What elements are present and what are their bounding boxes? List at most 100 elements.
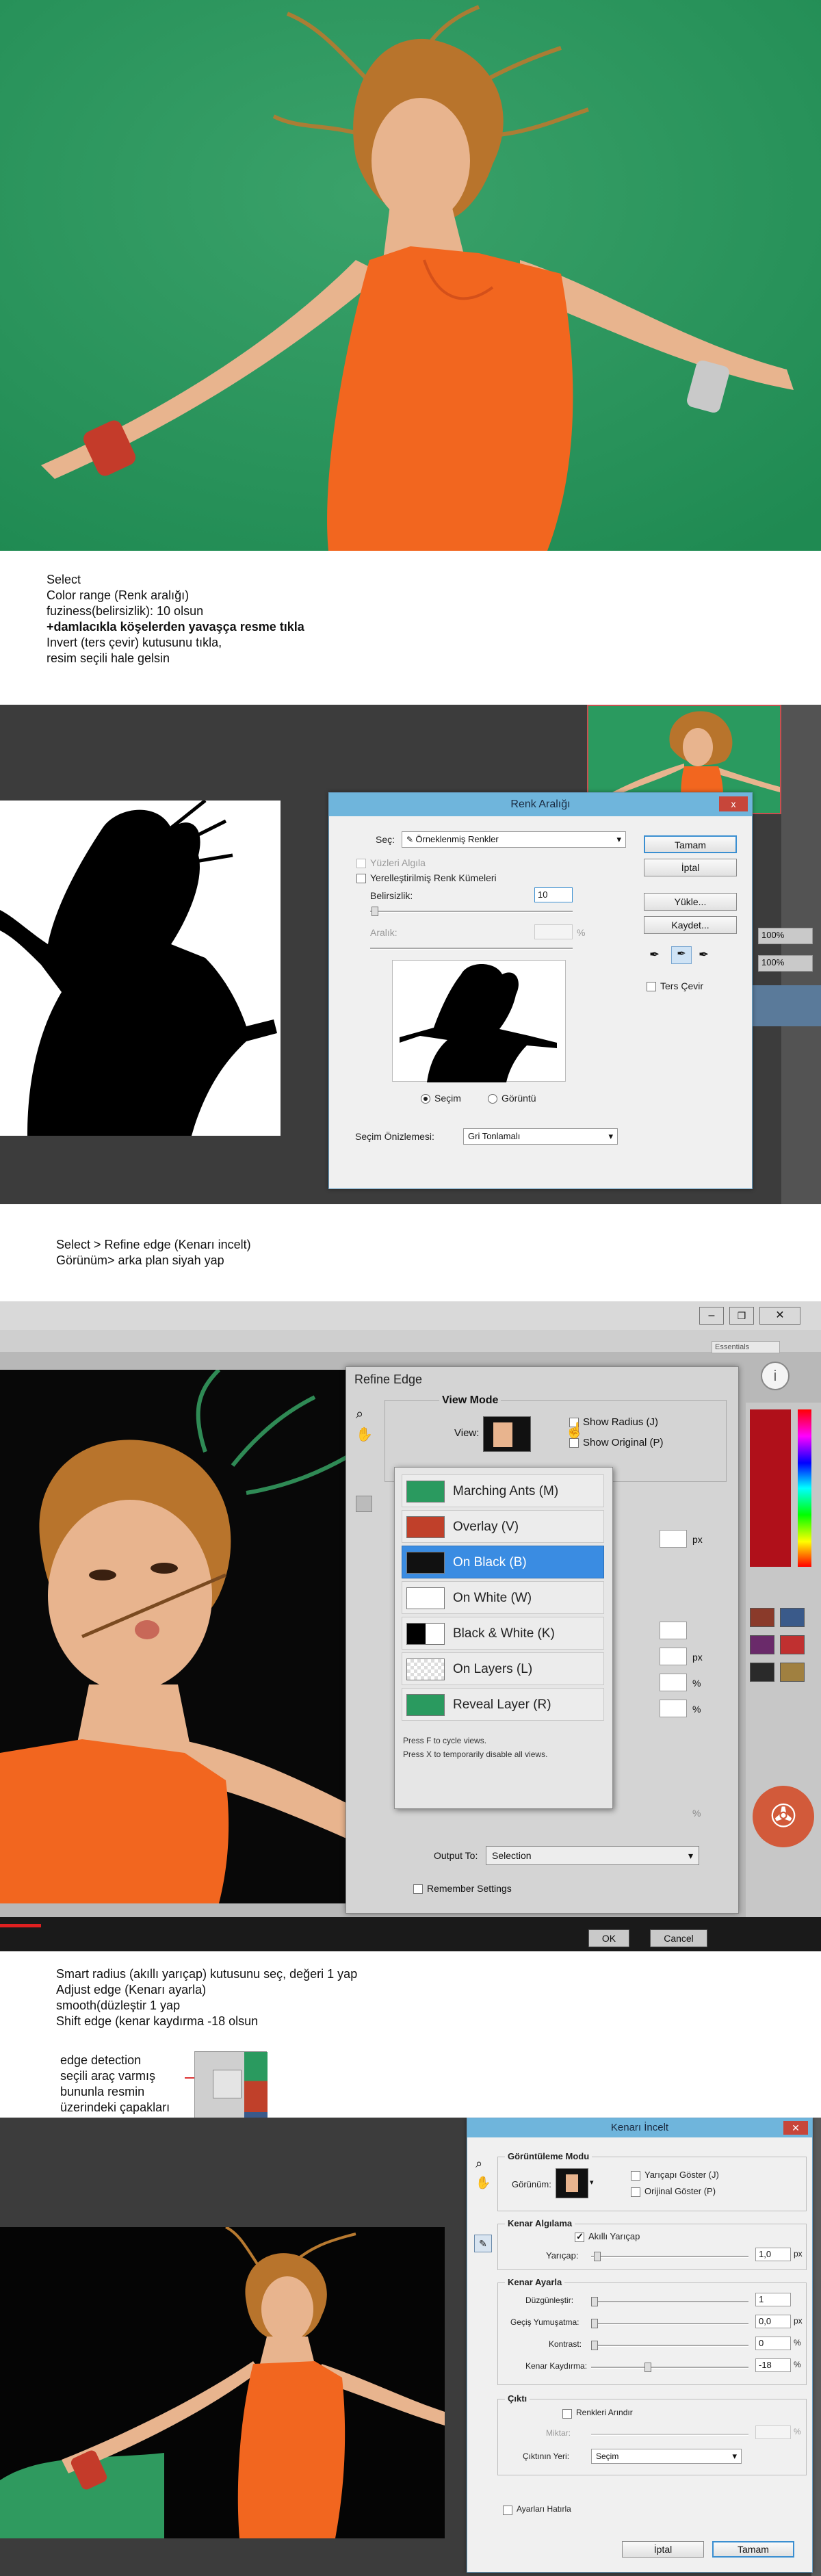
cancel-button[interactable]: İptal [622, 2541, 704, 2558]
remember-settings-checkbox[interactable] [413, 1884, 423, 1894]
chevron-down-icon[interactable]: ▾ [590, 2178, 594, 2187]
style-swatch[interactable] [750, 1608, 774, 1627]
menu-item-on-black[interactable]: On Black (B) [402, 1546, 604, 1578]
show-original-checkbox[interactable] [569, 1438, 579, 1448]
selection-preview [392, 960, 566, 1082]
ok-button[interactable]: Tamam [644, 835, 737, 853]
show-original-checkbox[interactable] [631, 2187, 640, 2197]
decontaminate-checkbox[interactable] [562, 2409, 572, 2419]
shift-edge-input[interactable]: -18 [755, 2358, 791, 2372]
fill-field[interactable]: 100% [758, 955, 813, 972]
info-icon[interactable]: i [761, 1362, 790, 1390]
radius-label: Yarıçap: [546, 2250, 579, 2261]
smooth-input[interactable]: 1 [755, 2293, 791, 2306]
style-swatch[interactable] [780, 1635, 805, 1654]
slider-thumb[interactable] [591, 2341, 598, 2350]
contrast-field[interactable] [660, 1674, 687, 1691]
menu-item-label: Reveal Layer (R) [453, 1697, 551, 1712]
selection-radio[interactable] [421, 1094, 430, 1104]
preview-dropdown[interactable]: Gri Tonlamalı [463, 1128, 618, 1145]
video-progress[interactable] [0, 1924, 41, 1927]
style-swatch[interactable] [750, 1635, 774, 1654]
menu-item-on-layers[interactable]: On Layers (L) [402, 1652, 604, 1685]
smooth-field[interactable] [660, 1622, 687, 1639]
view-thumbnail[interactable] [483, 1416, 531, 1452]
show-radius-label: Yarıçapı Göster (J) [644, 2170, 719, 2180]
slider-thumb[interactable] [644, 2363, 651, 2372]
menu-item-overlay[interactable]: Overlay (V) [402, 1510, 604, 1543]
workspace-dropdown[interactable]: Essentials [712, 1341, 780, 1353]
eyedropper-icon[interactable]: ✒ [649, 948, 660, 962]
menu-item-on-white[interactable]: On White (W) [402, 1581, 604, 1614]
feather-field[interactable] [660, 1648, 687, 1665]
close-button[interactable]: ✕ [783, 2121, 808, 2135]
save-button[interactable]: Kaydet... [644, 916, 737, 934]
slider-thumb[interactable] [591, 2319, 598, 2328]
eyedropper-plus-icon[interactable]: ✒ [671, 946, 692, 964]
hand-tool-icon[interactable]: ✋ [475, 2176, 491, 2190]
shift-edge-slider[interactable] [591, 2363, 748, 2372]
hand-tool-icon[interactable]: ✋ [356, 1426, 373, 1443]
amount-input[interactable] [755, 2425, 791, 2439]
slider-thumb[interactable] [591, 2297, 598, 2306]
opacity-field[interactable]: 100% [758, 928, 813, 944]
detect-faces-checkbox[interactable] [356, 859, 366, 868]
close-button[interactable]: x [719, 796, 748, 811]
menu-item-reveal-layer[interactable]: Reveal Layer (R) [402, 1688, 604, 1721]
radius-input[interactable]: 1,0 [755, 2248, 791, 2261]
output-to-dropdown[interactable]: Seçim [591, 2449, 742, 2464]
menu-item-label: Overlay (V) [453, 1520, 519, 1534]
feather-slider[interactable] [591, 2319, 748, 2328]
refine-radius-tool-icon[interactable]: ✎ [474, 2235, 492, 2252]
ok-button[interactable]: Tamam [712, 2541, 794, 2558]
feather-input[interactable]: 0,0 [755, 2315, 791, 2328]
range-slider[interactable] [370, 948, 573, 950]
zoom-tool-icon[interactable]: ⌕ [356, 1407, 363, 1422]
image-radio[interactable] [488, 1094, 497, 1104]
contrast-slider[interactable] [591, 2341, 748, 2350]
shift-field[interactable] [660, 1700, 687, 1717]
eyedropper-minus-icon[interactable]: ✒ [699, 948, 709, 962]
style-swatch[interactable] [780, 1608, 805, 1627]
radius-field[interactable] [660, 1530, 687, 1548]
slider-thumb[interactable] [594, 2252, 601, 2261]
preview-label: Seçim Önizlemesi: [355, 1131, 434, 1142]
range-input[interactable] [534, 924, 573, 939]
on-black-thumbnail [406, 1552, 445, 1574]
output-dropdown[interactable]: Selection ▾ [486, 1846, 699, 1865]
minimize-button[interactable]: – [699, 1307, 724, 1325]
menu-item-marching-ants[interactable]: Marching Ants (M) [402, 1474, 604, 1507]
select-dropdown[interactable]: ✎ Örneklenmiş Renkler [402, 831, 626, 848]
show-original-label: Orijinal Göster (P) [644, 2186, 716, 2196]
radius-slider[interactable] [591, 2252, 748, 2261]
remember-settings-checkbox[interactable] [503, 2506, 512, 2515]
show-radius-checkbox[interactable] [631, 2171, 640, 2181]
fuzziness-slider[interactable] [370, 907, 573, 916]
ok-button[interactable]: OK [588, 1929, 629, 1947]
layer-row-selected[interactable] [753, 985, 821, 1026]
dialog-title: Kenarı İncelt [610, 2122, 669, 2133]
note-line: Invert (ters çevir) kutusunu tıkla, [47, 636, 222, 649]
style-swatch[interactable] [750, 1663, 774, 1682]
cancel-button[interactable]: İptal [644, 859, 737, 876]
invert-checkbox[interactable] [647, 982, 656, 991]
mouse-cursor-icon: ☝ [565, 1422, 584, 1439]
amount-slider[interactable] [591, 2434, 748, 2436]
localized-checkbox[interactable] [356, 874, 366, 883]
zoom-tool-icon[interactable]: ⌕ [475, 2157, 482, 2171]
slider-thumb[interactable] [372, 907, 378, 916]
menu-item-black-white[interactable]: Black & White (K) [402, 1617, 604, 1650]
localized-label: Yerelleştirilmiş Renk Kümeleri [370, 872, 497, 883]
style-swatch[interactable] [780, 1663, 805, 1682]
restore-button[interactable]: ❐ [729, 1307, 754, 1325]
contrast-input[interactable]: 0 [755, 2337, 791, 2350]
refine-radius-tool-icon[interactable] [356, 1496, 372, 1512]
fuzziness-input[interactable]: 10 [534, 887, 573, 902]
photo-green-background [0, 0, 821, 551]
view-thumbnail[interactable] [556, 2168, 588, 2198]
cancel-button[interactable]: Cancel [650, 1929, 707, 1947]
close-button[interactable]: ✕ [759, 1307, 800, 1325]
smart-radius-checkbox[interactable] [575, 2231, 584, 2242]
smooth-slider[interactable] [591, 2297, 748, 2306]
load-button[interactable]: Yükle... [644, 893, 737, 911]
